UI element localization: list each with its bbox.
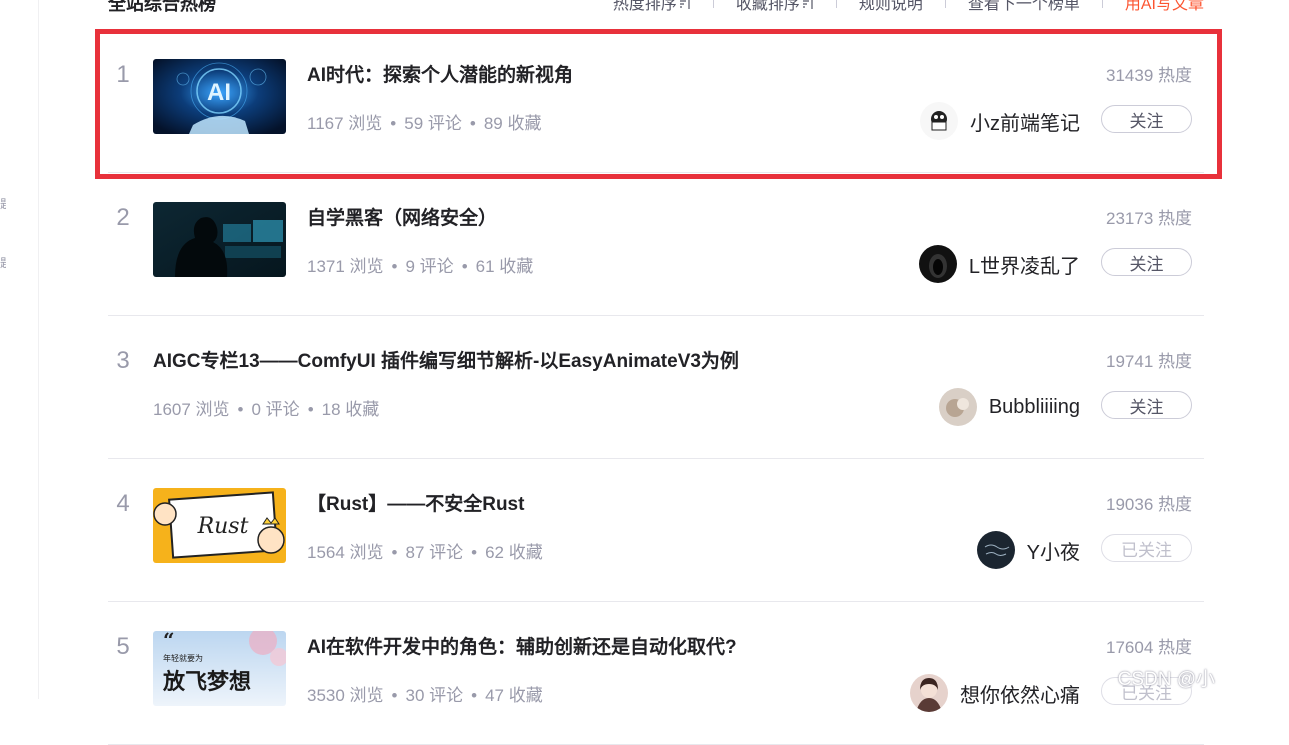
view-count: 1564 浏览: [307, 543, 384, 562]
thumbnail-subtext: 年轻就要为: [163, 653, 203, 663]
avatar[interactable]: [910, 674, 948, 712]
article-title[interactable]: 【Rust】——不安全Rust: [307, 489, 524, 516]
list-item: 5 “ 年轻就要为 放飞梦想 AI在软件开发中的角色：辅助创新还是自动化取代? …: [108, 602, 1204, 745]
left-sidebar: 题 题: [0, 0, 39, 699]
favorite-count: 62 收藏: [485, 543, 543, 562]
dot-separator: •: [471, 686, 478, 705]
rank-number: 5: [116, 633, 130, 660]
dot-separator: •: [237, 400, 244, 419]
view-count: 1607 浏览: [153, 400, 230, 419]
author-link[interactable]: Bubbliiiing: [938, 388, 1080, 426]
sort-by-favorites-link[interactable]: 收藏排序: [736, 0, 814, 14]
author-name: Bubbliiiing: [988, 395, 1080, 418]
article-title[interactable]: AIGC专栏13——ComfyUI 插件编写细节解析-以EasyAnimateV…: [153, 346, 739, 373]
article-title[interactable]: AI时代：探索个人潜能的新视角: [307, 60, 573, 87]
follow-button[interactable]: 关注: [1101, 391, 1192, 419]
author-name: Y小夜: [1026, 541, 1080, 564]
divider: [835, 0, 837, 8]
dot-separator: •: [469, 114, 476, 133]
heat-score: 19036 热度: [1106, 495, 1192, 514]
watermark: CSDN @小: [1117, 669, 1215, 690]
divider: [944, 0, 946, 8]
view-count: 3530 浏览: [307, 686, 384, 705]
list-item: 1 AI AI时代：探索个人潜能的新视角 1167 浏览 • 59 评论 • 8…: [108, 30, 1204, 173]
favorite-count: 18 收藏: [321, 400, 380, 419]
divider: [712, 0, 714, 8]
dot-separator: •: [307, 400, 314, 419]
article-stats: 1167 浏览 • 59 评论 • 89 收藏: [307, 109, 541, 134]
sort-by-heat-label: 热度排序: [612, 0, 677, 13]
svg-text:“: “: [163, 631, 175, 652]
view-count: 1371 浏览: [307, 257, 384, 276]
rust-cartoon-thumbnail[interactable]: Rust: [153, 488, 286, 563]
author-name: 小z前端笔记: [970, 112, 1080, 135]
rank-number: 3: [116, 347, 130, 374]
heat-score: 23173 热度: [1106, 209, 1192, 228]
comment-count: 59 评论: [404, 114, 462, 133]
author-link[interactable]: Y小夜: [976, 531, 1080, 569]
thumbnail-text: Rust: [197, 514, 249, 539]
next-ranking-link[interactable]: 查看下一个榜单: [968, 0, 1080, 14]
sidebar-clipped-text[interactable]: 题: [0, 256, 6, 270]
divider: [1101, 0, 1103, 8]
rank-number: 2: [116, 204, 130, 231]
avatar[interactable]: [918, 245, 957, 283]
followed-button[interactable]: 已关注: [1101, 534, 1192, 562]
sort-icon: [802, 0, 813, 9]
author-name: 想你依然心痛: [960, 684, 1080, 707]
dot-separator: •: [391, 686, 398, 705]
thumbnail-text: 放飞梦想: [162, 669, 251, 695]
avatar[interactable]: [938, 388, 977, 426]
header-links: 热度排序 收藏排序 规则说明 查看下一个榜单 用AI写文章: [613, 0, 1204, 14]
article-title[interactable]: AI在软件开发中的角色：辅助创新还是自动化取代?: [307, 632, 737, 659]
hot-ranking-list: 1 AI AI时代：探索个人潜能的新视角 1167 浏览 • 59 评论 • 8…: [108, 30, 1204, 745]
dot-separator: •: [390, 114, 397, 133]
dream-poster-thumbnail[interactable]: “ 年轻就要为 放飞梦想: [153, 631, 286, 706]
comment-count: 9 评论: [405, 257, 454, 276]
sidebar-clipped-text[interactable]: 题: [0, 197, 6, 211]
ranking-header: 全站综合热榜 热度排序 收藏排序 规则说明 查看下一个榜单 用AI写文章: [108, 0, 1204, 20]
rank-number: 4: [116, 490, 130, 517]
list-item: 3 AIGC专栏13——ComfyUI 插件编写细节解析-以EasyAnimat…: [108, 316, 1204, 459]
ai-hand-thumbnail[interactable]: AI: [153, 59, 286, 134]
avatar[interactable]: [976, 531, 1015, 569]
favorite-count: 47 收藏: [485, 686, 543, 705]
sort-icon: [679, 0, 690, 9]
thumbnail-text: AI: [207, 79, 231, 106]
heat-score: 31439 热度: [1106, 66, 1192, 85]
sort-by-heat-link[interactable]: 热度排序: [613, 0, 691, 14]
article-stats: 3530 浏览 • 30 评论 • 47 收藏: [307, 681, 543, 706]
article-title[interactable]: 自学黑客（网络安全）: [307, 203, 497, 230]
follow-button[interactable]: 关注: [1101, 248, 1192, 276]
favorite-count: 89 收藏: [483, 114, 542, 133]
author-link[interactable]: 想你依然心痛: [910, 674, 1080, 712]
sort-by-favorites-label: 收藏排序: [735, 0, 800, 13]
dot-separator: •: [391, 257, 398, 276]
list-item: 4 Rust 【Rust】——不安全Rust 1564 浏览 • 87 评论 • 62 …: [108, 459, 1204, 602]
dot-separator: •: [391, 543, 398, 562]
author-link[interactable]: L世界凌乱了: [918, 245, 1080, 283]
follow-button[interactable]: 关注: [1101, 105, 1192, 133]
heat-score: 19741 热度: [1106, 352, 1192, 371]
page-title: 全站综合热榜: [108, 0, 216, 14]
view-count: 1167 浏览: [307, 114, 383, 133]
dot-separator: •: [461, 257, 468, 276]
rules-link[interactable]: 规则说明: [859, 0, 923, 14]
list-item: 2 自学黑客（网络安全） 1371 浏览 • 9 评论 • 61 收藏 23173 热度: [108, 173, 1204, 316]
rank-number: 1: [116, 61, 130, 88]
comment-count: 30 评论: [405, 686, 464, 705]
article-stats: 1371 浏览 • 9 评论 • 61 收藏: [307, 252, 533, 277]
hacker-thumbnail[interactable]: [153, 202, 286, 277]
author-link[interactable]: 小z前端笔记: [920, 102, 1080, 140]
avatar[interactable]: [920, 102, 958, 140]
dot-separator: •: [471, 543, 478, 562]
ai-write-article-link[interactable]: 用AI写文章: [1125, 0, 1204, 14]
article-stats: 1564 浏览 • 87 评论 • 62 收藏: [307, 538, 543, 563]
heat-score: 17604 热度: [1106, 638, 1192, 657]
favorite-count: 61 收藏: [475, 257, 534, 276]
author-name: L世界凌乱了: [968, 255, 1080, 278]
comment-count: 0 评论: [251, 400, 300, 419]
article-stats: 1607 浏览 • 0 评论 • 18 收藏: [153, 395, 379, 420]
comment-count: 87 评论: [405, 543, 464, 562]
